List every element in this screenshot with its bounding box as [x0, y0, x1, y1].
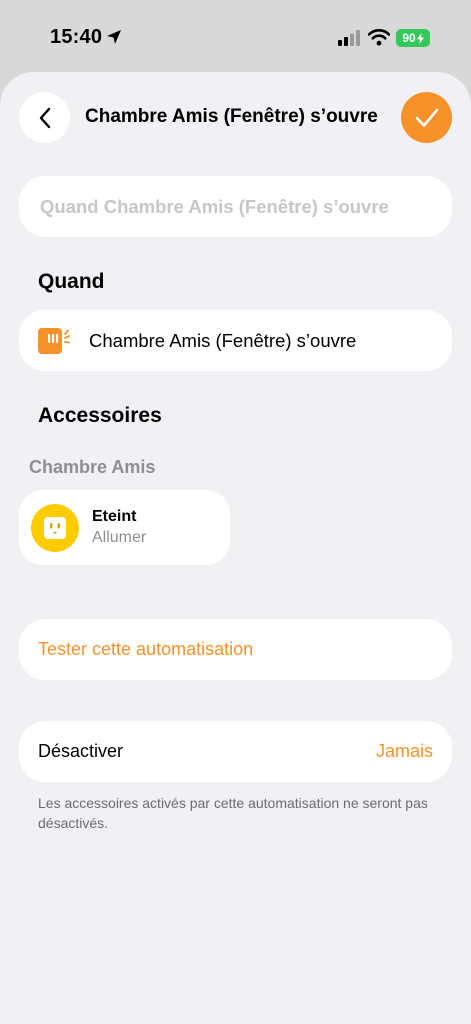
accessory-action: Allumer — [92, 529, 147, 546]
chevron-left-icon — [39, 107, 50, 128]
confirm-button[interactable] — [401, 92, 452, 143]
test-automation-label: Tester cette automatisation — [38, 639, 254, 659]
window-sensor-icon — [38, 327, 70, 354]
trigger-label: Chambre Amis (Fenêtre) s’ouvre — [89, 329, 357, 351]
disable-label: Désactiver — [38, 741, 124, 761]
disable-row[interactable]: Désactiver Jamais — [19, 721, 452, 782]
accessory-name: Eteint — [92, 508, 137, 525]
automation-name-placeholder: Quand Chambre Amis (Fenêtre) s’ouvre — [40, 195, 389, 217]
wifi-icon — [368, 29, 390, 46]
accessories-section-title: Accessoires — [38, 404, 162, 427]
room-label: Chambre Amis — [29, 457, 156, 477]
accessory-tile[interactable]: Eteint Allumer — [19, 490, 230, 565]
battery-icon: 90 — [396, 29, 430, 47]
disable-footnote: Les accessoires activés par cette automa… — [38, 795, 428, 831]
status-bar: 15:40 90 — [0, 0, 471, 72]
automation-sheet: Chambre Amis (Fenêtre) s’ouvre Quand Cha… — [0, 72, 471, 1024]
when-section-title: Quand — [38, 270, 105, 293]
trigger-row[interactable]: Chambre Amis (Fenêtre) s’ouvre — [19, 310, 452, 371]
cellular-signal-icon — [338, 30, 360, 46]
test-automation-button[interactable]: Tester cette automatisation — [19, 619, 452, 680]
disable-value[interactable]: Jamais — [376, 741, 433, 762]
location-arrow-icon — [107, 30, 121, 44]
battery-level: 90 — [402, 31, 416, 45]
charging-bolt-icon — [416, 32, 424, 44]
back-button[interactable] — [19, 92, 70, 143]
outlet-icon — [31, 504, 79, 552]
automation-name-field[interactable]: Quand Chambre Amis (Fenêtre) s’ouvre — [19, 176, 452, 237]
checkmark-icon — [415, 108, 438, 127]
page-title: Chambre Amis (Fenêtre) s’ouvre — [85, 106, 378, 127]
status-time: 15:40 — [50, 26, 103, 48]
